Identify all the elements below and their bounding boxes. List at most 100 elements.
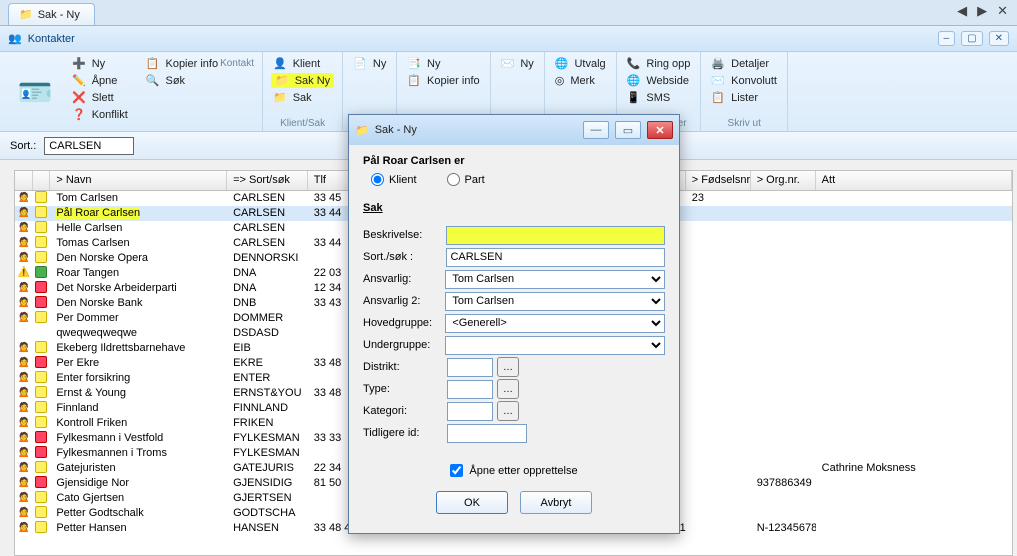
person-icon: 🙍: [18, 372, 30, 383]
cell: [686, 371, 751, 386]
cell: qweqweqweqwe: [50, 326, 227, 341]
ribbon-kopier-info[interactable]: 📋Kopier info: [405, 73, 481, 88]
panel-max-icon[interactable]: ▢: [961, 31, 982, 46]
dialog-max-button[interactable]: ▭: [615, 121, 641, 139]
cell: CARLSEN: [227, 236, 308, 251]
cell: CARLSEN: [227, 206, 308, 221]
person-icon: 👤: [273, 57, 287, 70]
cell: [816, 506, 1012, 521]
checkbox-open-after[interactable]: [450, 464, 463, 477]
ribbon-slett[interactable]: ❌Slett: [70, 90, 130, 105]
ribbon-sak-ny[interactable]: 📁Sak Ny: [271, 73, 334, 88]
ribbon-klient[interactable]: 👤 Klient: [271, 56, 334, 71]
ribbon-konflikt[interactable]: ❓Konflikt: [70, 107, 130, 122]
cell: [751, 416, 816, 431]
lookup-distrikt-button[interactable]: …: [497, 357, 519, 377]
ribbon-lister[interactable]: 📋Lister: [709, 90, 779, 105]
select-hovedgruppe[interactable]: <Generell>: [445, 314, 665, 333]
cell: Per Ekre: [50, 356, 227, 371]
cell: Fylkesmannen i Troms: [50, 446, 227, 461]
col-header[interactable]: > Navn: [50, 171, 227, 190]
cell: [33, 251, 51, 266]
cell: [816, 191, 1012, 206]
panel-min-icon[interactable]: –: [938, 31, 956, 46]
cell: [33, 356, 51, 371]
cell: [686, 326, 751, 341]
status-badge: [35, 206, 47, 218]
cell: 🙍: [15, 236, 33, 251]
cell: [816, 251, 1012, 266]
cancel-button[interactable]: Avbryt: [520, 491, 592, 514]
input-sortsok[interactable]: [446, 248, 665, 267]
lookup-type-button[interactable]: …: [497, 379, 519, 399]
select-ansvarlig2[interactable]: Tom Carlsen: [445, 292, 665, 311]
ribbon-ny[interactable]: 📄Ny: [351, 56, 388, 71]
cell: [816, 401, 1012, 416]
ribbon-merk[interactable]: ◎Merk: [553, 73, 608, 88]
lbl-type: Type:: [363, 383, 447, 395]
tab-sak-ny[interactable]: 📁 Sak - Ny: [8, 3, 95, 25]
input-tidligere[interactable]: [447, 424, 527, 443]
ribbon-ring-opp[interactable]: 📞Ring opp: [625, 56, 693, 71]
ribbon-konvolutt[interactable]: ✉️Konvolutt: [709, 73, 779, 88]
person-icon: 🙍: [18, 297, 30, 308]
cell: [816, 221, 1012, 236]
col-header[interactable]: > Org.nr.: [751, 171, 816, 190]
contact-card-icon[interactable]: 🪪: [8, 56, 62, 129]
col-header[interactable]: [33, 171, 51, 190]
dialog-close-button[interactable]: ✕: [647, 121, 673, 139]
person-icon: 🙍: [18, 492, 30, 503]
plus-green-icon: ➕: [72, 57, 86, 70]
radio-part[interactable]: Part: [447, 173, 485, 186]
cell: 🙍: [15, 311, 33, 326]
ribbon-åpne[interactable]: ✏️Åpne: [70, 73, 130, 88]
folder-icon: 📁: [19, 8, 33, 21]
sms-icon: 📱: [627, 91, 641, 104]
input-distrikt[interactable]: [447, 358, 493, 377]
panel-close-icon[interactable]: ✕: [989, 31, 1009, 46]
ribbon-item-label: Ny: [373, 58, 386, 70]
ribbon-sak[interactable]: 📁Sak: [271, 90, 334, 105]
ribbon-sms[interactable]: 📱SMS: [625, 90, 693, 105]
ok-button[interactable]: OK: [436, 491, 508, 514]
ribbon-ny[interactable]: ✉️Ny: [499, 56, 536, 71]
tab-close-icon[interactable]: ✕: [994, 3, 1011, 19]
col-header[interactable]: [15, 171, 33, 190]
cell: [751, 326, 816, 341]
select-ansvarlig[interactable]: Tom Carlsen: [445, 270, 665, 289]
ribbon-webside[interactable]: 🌐Webside: [625, 73, 693, 88]
ribbon-utvalg[interactable]: 🌐Utvalg: [553, 56, 608, 71]
tab-next-icon[interactable]: ▶: [974, 3, 990, 19]
col-header[interactable]: Att: [816, 171, 1012, 190]
ribbon-ny[interactable]: 📑Ny: [405, 56, 481, 71]
tab-prev-icon[interactable]: ◀: [954, 3, 970, 19]
col-header[interactable]: > Fødselsnr: [686, 171, 751, 190]
cell: [816, 341, 1012, 356]
lbl-kategori: Kategori:: [363, 405, 447, 417]
web-icon: 🌐: [627, 74, 641, 87]
ribbon-kopier-info[interactable]: 📋Kopier info: [144, 56, 220, 71]
ribbon-detaljer[interactable]: 🖨️Detaljer: [709, 56, 779, 71]
ribbon-søk[interactable]: 🔍Søk: [144, 73, 220, 88]
col-header[interactable]: => Sort/søk: [227, 171, 308, 190]
lbl-undergruppe: Undergruppe:: [363, 339, 445, 351]
ribbon-item-label: Ny: [427, 58, 440, 70]
dialog-titlebar[interactable]: 📁 Sak - Ny — ▭ ✕: [349, 115, 679, 145]
dialog-min-button[interactable]: —: [583, 121, 609, 139]
person-icon: 🙍: [18, 462, 30, 473]
radio-klient[interactable]: Klient: [371, 173, 417, 186]
lookup-kategori-button[interactable]: …: [497, 401, 519, 421]
ribbon-ny[interactable]: ➕Ny: [70, 56, 130, 71]
cell: Ekeberg Ildrettsbarnehave: [50, 341, 227, 356]
cell: Cathrine Moksness: [816, 461, 1012, 476]
cell: 🙍: [15, 386, 33, 401]
input-beskrivelse[interactable]: [446, 226, 665, 245]
person-icon: 🙍: [18, 477, 30, 488]
select-undergruppe[interactable]: [445, 336, 665, 355]
cell: [686, 461, 751, 476]
input-type[interactable]: [447, 380, 493, 399]
input-kategori[interactable]: [447, 402, 493, 421]
ribbon-item-label: Klient: [293, 58, 321, 70]
sort-input[interactable]: [44, 137, 134, 155]
person-icon: 🙍: [18, 282, 30, 293]
